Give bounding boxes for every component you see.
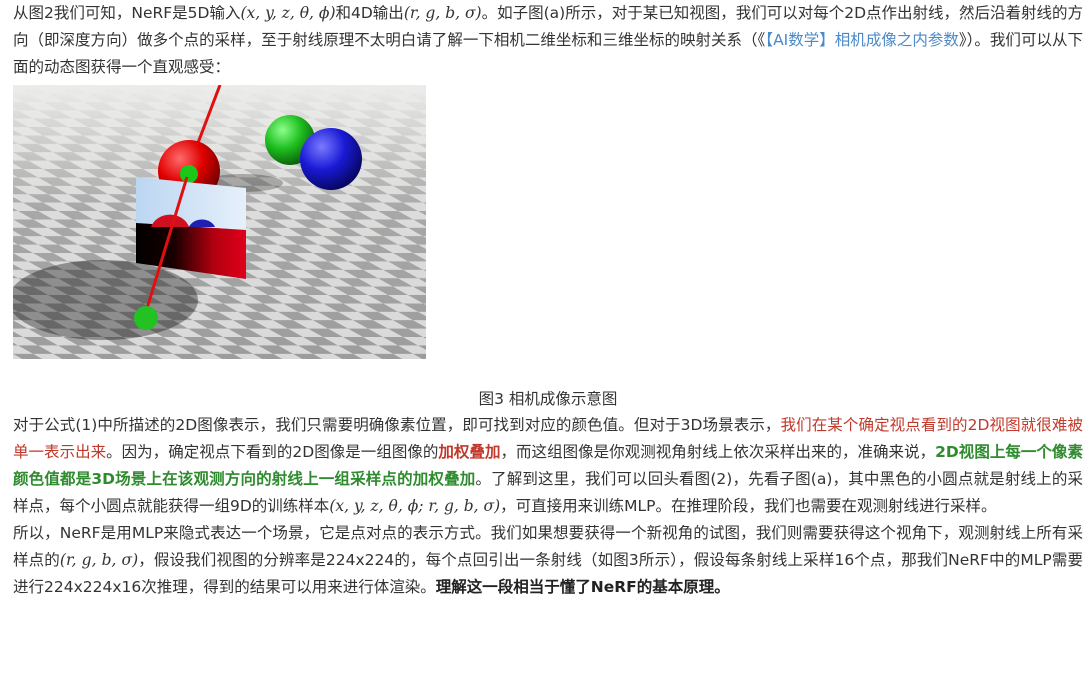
- blue-sphere: [300, 128, 362, 190]
- math-9d-sample: (x, y, z, θ, ϕ; r, g, b, σ): [329, 497, 501, 515]
- body1-text-c: ，而这组图像是你观测视角射线上依次采样出来的，准确来说，: [500, 443, 936, 461]
- math-rgb-sigma: (r, g, b, σ): [59, 551, 139, 569]
- body1-text-a: 对于公式(1)中所描述的2D图像表示，我们只需要明确像素位置，即可找到对应的颜色…: [13, 416, 781, 434]
- camera-point: [134, 306, 158, 330]
- math-5d-input: (x, y, z, θ, ϕ): [240, 4, 336, 22]
- body2-bold-conclusion: 理解这一段相当于懂了NeRF的基本原理。: [435, 578, 730, 596]
- intro-text-b: 和4D输出: [335, 4, 404, 22]
- camera-intrinsics-link[interactable]: 【AI数学】相机成像之内参数: [765, 31, 959, 49]
- body1-bold-red-highlight: 加权叠加: [438, 443, 501, 461]
- intro-paragraph: 从图2我们可知，NeRF是5D输入(x, y, z, θ, ϕ)和4D输出(r,…: [13, 0, 1083, 81]
- body-paragraph-2: 所以，NeRF是用MLP来隐式表达一个场景，它是点对点的表示方式。我们如果想要获…: [13, 520, 1083, 601]
- camera-imaging-figure: [13, 85, 426, 359]
- math-4d-output: (r, g, b, σ): [403, 4, 482, 22]
- figure-caption: 图3 相机成像示意图: [478, 390, 618, 408]
- body1-text-b: 。因为，确定视点下看到的2D图像是一组图像的: [106, 443, 439, 461]
- article: 从图2我们可知，NeRF是5D输入(x, y, z, θ, ϕ)和4D输出(r,…: [0, 0, 1092, 601]
- body-paragraph-1: 对于公式(1)中所描述的2D图像表示，我们只需要明确像素位置，即可找到对应的颜色…: [13, 412, 1083, 520]
- scene-illustration: [13, 85, 426, 359]
- intro-text-a: 从图2我们可知，NeRF是5D输入: [13, 4, 241, 22]
- body1-text-e: ，可直接用来训练MLP。在推理阶段，我们也需要在观测射线进行采样。: [500, 497, 997, 515]
